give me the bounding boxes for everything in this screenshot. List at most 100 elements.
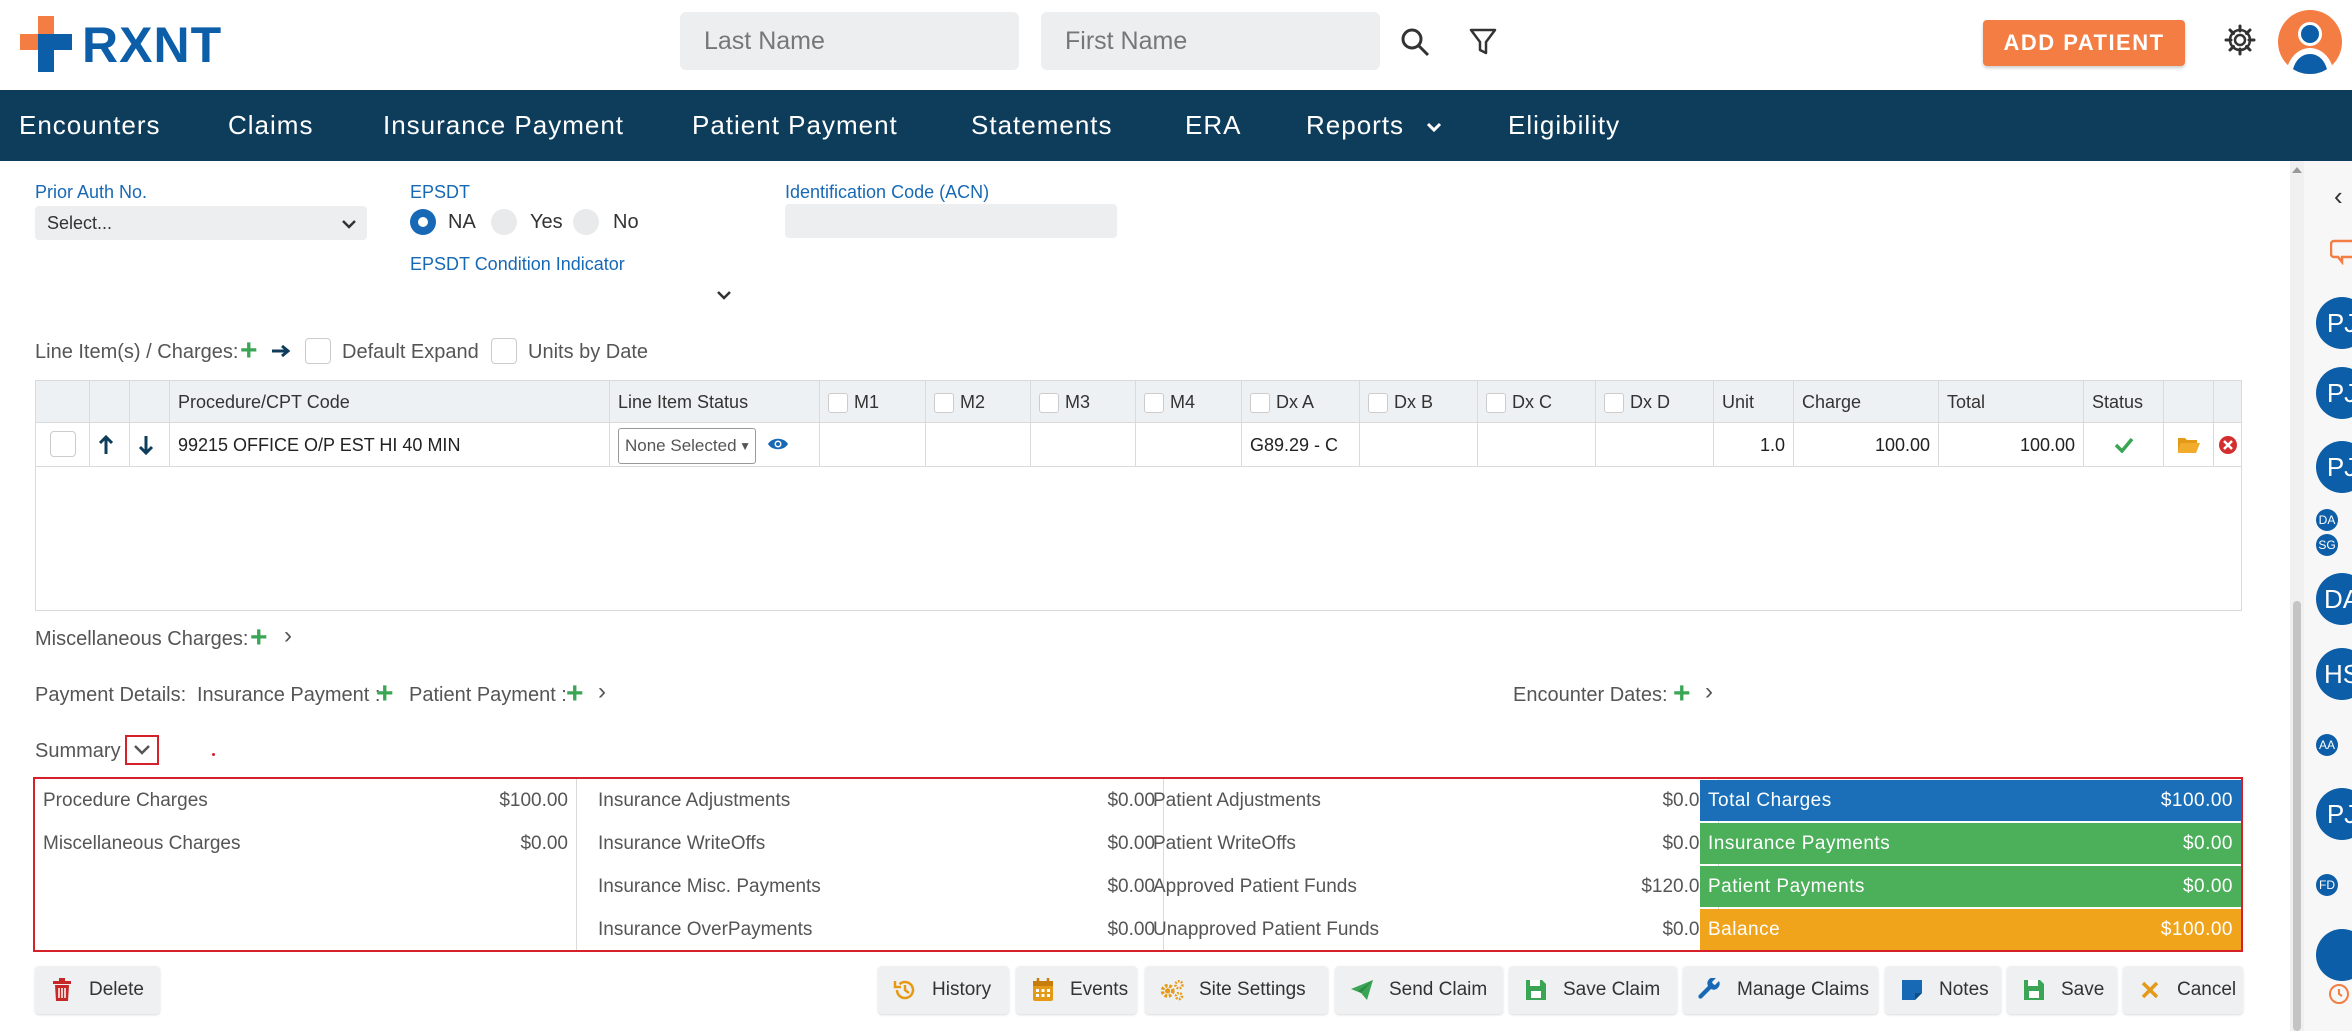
arrow-right-icon[interactable] — [271, 343, 291, 364]
clock-icon[interactable] — [2328, 983, 2350, 1010]
row-checkbox[interactable] — [50, 431, 76, 457]
m3-label: M3 — [1065, 392, 1091, 412]
gear-icon[interactable] — [2220, 20, 2260, 60]
patient-avatar-partial[interactable] — [2316, 929, 2352, 981]
charge-cell[interactable]: 100.00 — [1794, 423, 1939, 467]
col-dx-b[interactable]: Dx B — [1360, 381, 1478, 423]
insurance-payments-row: Insurance Payments $0.00 — [1700, 823, 2241, 864]
m4-cell[interactable] — [1136, 423, 1242, 467]
dx-d-cell[interactable] — [1596, 423, 1714, 467]
patient-avatar-hs[interactable]: HS — [2316, 648, 2352, 700]
m2-cell[interactable] — [926, 423, 1031, 467]
delete-button[interactable]: Delete — [35, 966, 160, 1014]
m1-cell[interactable] — [820, 423, 926, 467]
patient-avatar-fd-small[interactable]: FD — [2316, 874, 2338, 896]
dx-a-checkbox[interactable] — [1250, 393, 1270, 414]
nav-era[interactable]: ERA — [1185, 90, 1241, 161]
add-patient-button[interactable]: ADD PATIENT — [1983, 20, 2185, 66]
nav-patient-payment[interactable]: Patient Payment — [692, 90, 898, 161]
scroll-up-arrow-icon[interactable] — [2292, 167, 2302, 173]
col-m4[interactable]: M4 — [1136, 381, 1242, 423]
patient-avatar-pj[interactable]: PJ — [2316, 297, 2352, 349]
patient-avatar-pj[interactable]: PJ — [2316, 441, 2352, 493]
save-button[interactable]: Save — [2007, 966, 2117, 1014]
m1-checkbox[interactable] — [828, 393, 848, 414]
units-by-date-checkbox[interactable] — [491, 338, 517, 364]
manage-claims-button[interactable]: Manage Claims — [1683, 966, 1878, 1014]
patient-avatar-sg-small[interactable]: SG — [2316, 534, 2338, 556]
notes-button[interactable]: Notes — [1885, 966, 2001, 1014]
nav-statements[interactable]: Statements — [971, 90, 1113, 161]
collapse-rail-chevron-icon[interactable]: ‹ — [2334, 181, 2343, 212]
save-claim-button[interactable]: Save Claim — [1509, 966, 1677, 1014]
default-expand-checkbox[interactable] — [305, 338, 331, 364]
rxnt-logo[interactable]: RXNT — [20, 14, 221, 74]
epsdt-no-radio[interactable] — [573, 209, 599, 235]
dx-b-checkbox[interactable] — [1368, 393, 1388, 414]
epsdt-condition-select[interactable] — [410, 276, 742, 310]
dx-b-cell[interactable] — [1360, 423, 1478, 467]
summary-toggle-chevron-icon[interactable] — [125, 735, 159, 765]
m2-checkbox[interactable] — [934, 393, 954, 414]
procedure-code-cell[interactable]: 99215 OFFICE O/P EST HI 40 MIN — [170, 423, 610, 467]
col-dx-c[interactable]: Dx C — [1478, 381, 1596, 423]
add-patient-payment-icon[interactable]: + — [566, 679, 584, 709]
site-settings-button[interactable]: Site Settings — [1145, 966, 1328, 1014]
nav-insurance-payment[interactable]: Insurance Payment — [383, 90, 624, 161]
last-name-input[interactable] — [680, 12, 1019, 70]
eye-icon[interactable] — [767, 424, 789, 466]
send-claim-button[interactable]: Send Claim — [1335, 966, 1503, 1014]
nav-encounters[interactable]: Encounters — [19, 90, 161, 161]
dx-a-label: Dx A — [1276, 392, 1315, 412]
history-button[interactable]: History — [878, 966, 1009, 1014]
nav-eligibility[interactable]: Eligibility — [1508, 90, 1620, 161]
dx-c-cell[interactable] — [1478, 423, 1596, 467]
nav-claims[interactable]: Claims — [228, 90, 313, 161]
user-avatar[interactable] — [2278, 10, 2342, 74]
col-dx-d[interactable]: Dx D — [1596, 381, 1714, 423]
patient-avatar-da[interactable]: DA — [2316, 573, 2352, 625]
chevron-right-icon[interactable]: › — [1705, 680, 1713, 704]
col-m3[interactable]: M3 — [1031, 381, 1136, 423]
patient-avatar-pj[interactable]: PJ — [2316, 367, 2352, 419]
add-misc-charge-icon[interactable]: + — [250, 623, 268, 653]
table-header: Procedure/CPT Code Line Item Status M1 M… — [36, 381, 2241, 423]
unit-cell[interactable]: 1.0 — [1714, 423, 1794, 467]
dx-a-cell[interactable]: G89.29 - C — [1242, 423, 1360, 467]
filter-icon[interactable] — [1463, 22, 1503, 62]
dx-c-checkbox[interactable] — [1486, 393, 1506, 414]
add-line-item-icon[interactable]: + — [240, 336, 258, 366]
nav-reports[interactable]: Reports — [1306, 90, 1442, 161]
scroll-thumb[interactable] — [2293, 601, 2301, 1031]
move-up-icon[interactable] — [90, 423, 130, 467]
epsdt-na-radio[interactable] — [410, 209, 436, 235]
move-down-icon[interactable] — [130, 423, 170, 467]
line-item-status-select[interactable]: None Selected ▼ — [618, 428, 756, 464]
chat-icon[interactable] — [2329, 239, 2352, 270]
acn-input[interactable] — [785, 204, 1117, 238]
col-m1[interactable]: M1 — [820, 381, 926, 423]
cancel-button[interactable]: Cancel — [2123, 966, 2243, 1014]
search-icon[interactable] — [1395, 22, 1435, 62]
col-m2[interactable]: M2 — [926, 381, 1031, 423]
epsdt-yes-radio[interactable] — [491, 209, 517, 235]
col-dx-a[interactable]: Dx A — [1242, 381, 1360, 423]
first-name-input[interactable] — [1041, 12, 1380, 70]
m3-checkbox[interactable] — [1039, 393, 1059, 414]
m4-checkbox[interactable] — [1144, 393, 1164, 414]
dx-d-checkbox[interactable] — [1604, 393, 1624, 414]
patient-avatar-pj[interactable]: PJ — [2316, 788, 2352, 840]
patient-avatar-aa-small[interactable]: AA — [2316, 734, 2338, 756]
remove-row-icon[interactable] — [2214, 423, 2242, 467]
patient-avatar-da-small[interactable]: DA — [2316, 509, 2338, 531]
scrollbar[interactable] — [2290, 161, 2304, 1031]
m3-cell[interactable] — [1031, 423, 1136, 467]
chevron-right-icon[interactable]: › — [598, 680, 606, 704]
chevron-right-icon[interactable]: › — [284, 624, 292, 648]
dx-b-label: Dx B — [1394, 392, 1434, 412]
events-button[interactable]: Events — [1016, 966, 1137, 1014]
folder-open-icon[interactable] — [2164, 423, 2214, 467]
prior-auth-select[interactable]: Select... — [35, 206, 367, 240]
add-insurance-payment-icon[interactable]: + — [376, 679, 394, 709]
add-encounter-date-icon[interactable]: + — [1673, 679, 1691, 709]
